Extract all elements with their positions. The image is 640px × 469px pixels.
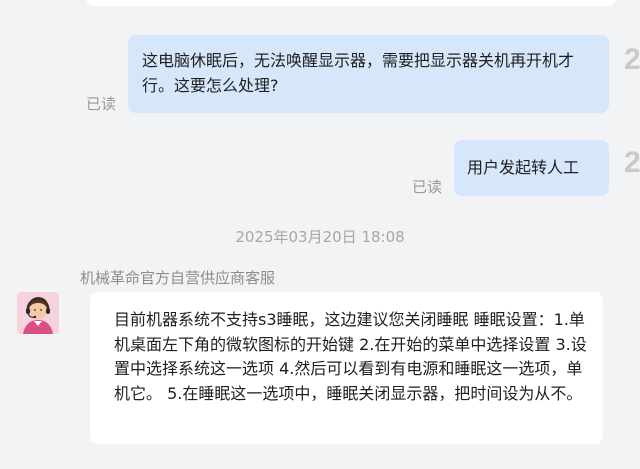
previous-message-card <box>86 0 616 6</box>
read-status: 已读 <box>412 178 443 196</box>
user-avatar[interactable]: 2 <box>624 143 640 183</box>
agent-message-bubble[interactable]: 目前机器系统不支持s3睡眠，这边建议您关闭睡眠 睡眠设置：1.单机桌面左下角的微… <box>90 292 603 444</box>
chat-window: 这电脑休眠后，无法唤醒显示器，需要把显示器关机再开机才行。这要怎么处理? 已读 … <box>0 0 640 469</box>
transfer-request-bubble[interactable]: 用户发起转人工 <box>454 140 609 196</box>
user-message-text: 这电脑休眠后，无法唤醒显示器，需要把显示器关机再开机才行。这要怎么处理? <box>142 51 575 95</box>
message-timestamp: 2025年03月20日 18:08 <box>235 228 405 246</box>
transfer-request-text: 用户发起转人工 <box>467 158 580 177</box>
user-avatar[interactable]: 2 <box>624 40 640 80</box>
user-message-bubble[interactable]: 这电脑休眠后，无法唤醒显示器，需要把显示器关机再开机才行。这要怎么处理? <box>128 35 609 113</box>
agent-avatar[interactable] <box>17 292 59 334</box>
customer-service-agent-icon <box>17 292 59 334</box>
agent-message-text: 目前机器系统不支持s3睡眠，这边建议您关闭睡眠 睡眠设置：1.单机桌面左下角的微… <box>114 310 587 403</box>
agent-name: 机械革命官方自营供应商客服 <box>80 269 276 287</box>
read-status: 已读 <box>86 95 117 113</box>
